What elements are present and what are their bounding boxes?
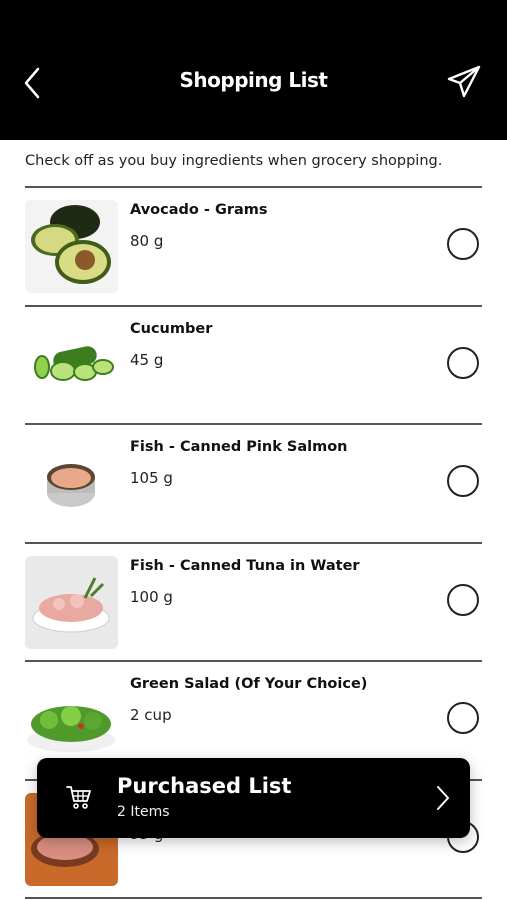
list-item: Cucumber 45 g (25, 307, 482, 425)
top-bar: Shopping List (0, 0, 507, 140)
canned-tuna-image (25, 555, 118, 649)
purchase-checkbox[interactable] (447, 228, 479, 260)
item-quantity: 105 g (130, 469, 173, 487)
item-quantity: 80 g (130, 232, 164, 250)
item-name: Avocado - Grams (130, 202, 268, 218)
list-item: Fish - Canned Tuna in Water 100 g (25, 544, 482, 662)
purchase-checkbox[interactable] (447, 346, 479, 379)
item-name: Green Salad (Of Your Choice) (130, 676, 368, 692)
purchase-checkbox[interactable] (447, 583, 479, 616)
purchased-list-button[interactable]: Purchased List 2 Items (37, 758, 470, 838)
green-salad-image (25, 674, 118, 767)
purchased-list-title: Purchased List (117, 774, 292, 798)
item-name: Fish - Canned Pink Salmon (130, 439, 348, 455)
purchased-item-count: 2 Items (117, 804, 170, 820)
canned-salmon-image (25, 437, 118, 530)
item-name: Cucumber (130, 320, 213, 337)
avocado-image (25, 200, 118, 293)
chevron-right-icon (437, 786, 449, 810)
shopping-cart-icon (66, 786, 91, 809)
item-quantity: 45 g (130, 350, 164, 369)
item-quantity: 2 cup (130, 706, 172, 724)
paper-plane-icon (447, 65, 481, 98)
page-title: Shopping List (179, 68, 328, 92)
list-item: Avocado - Grams 80 g (25, 188, 482, 307)
purchase-checkbox[interactable] (447, 702, 479, 734)
share-button[interactable] (445, 64, 483, 100)
instructions-text: Check off as you buy ingredients when gr… (25, 153, 443, 169)
list-item: Fish - Canned Pink Salmon 105 g (25, 425, 482, 544)
item-quantity: 100 g (130, 587, 173, 606)
cucumber-image (25, 318, 118, 412)
item-name: Fish - Canned Tuna in Water (130, 557, 360, 574)
purchase-checkbox[interactable] (447, 465, 479, 497)
